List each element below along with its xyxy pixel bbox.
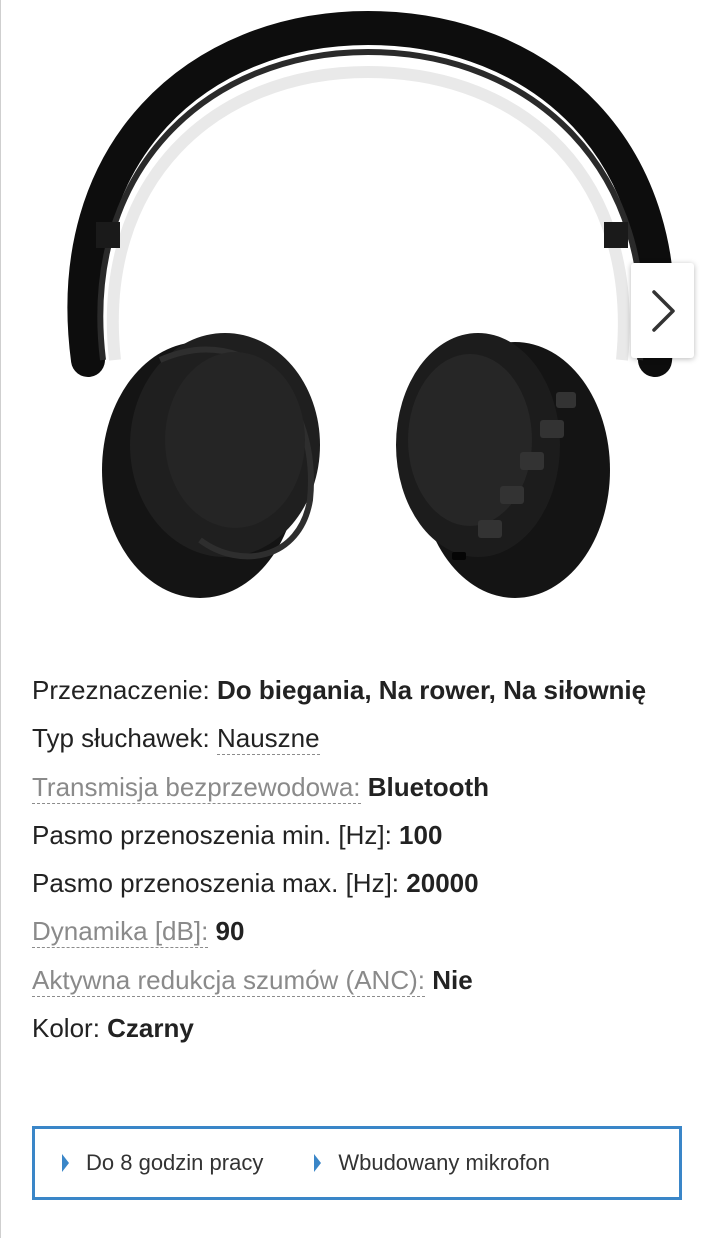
product-gallery[interactable] — [0, 0, 702, 640]
spec-pasmo-min: Pasmo przenoszenia min. [Hz]: 100 — [32, 811, 672, 859]
feature-battery[interactable]: Do 8 godzin pracy — [61, 1150, 263, 1176]
spec-label-link[interactable]: Dynamika [dB]: — [32, 916, 209, 949]
caret-right-icon — [314, 1154, 322, 1172]
spec-value: Czarny — [107, 1013, 194, 1044]
spec-value: 100 — [399, 819, 443, 850]
spec-label: Kolor: — [32, 1013, 100, 1044]
spec-label-link[interactable]: Aktywna redukcja szumów (ANC): — [32, 964, 425, 997]
spec-value-link[interactable]: Nauszne — [216, 723, 320, 756]
spec-przeznaczenie: Przeznaczenie: Do biegania, Na rower, Na… — [32, 666, 672, 714]
spec-label: Typ słuchawek: — [32, 723, 210, 754]
feature-microphone[interactable]: Wbudowany mikrofon — [313, 1150, 550, 1176]
specification-list: Przeznaczenie: Do biegania, Na rower, Na… — [32, 666, 672, 1052]
next-image-button[interactable] — [631, 263, 694, 358]
spec-dynamika: Dynamika [dB]: 90 — [32, 907, 672, 955]
spec-value: Bluetooth — [367, 771, 490, 802]
spec-label: Pasmo przenoszenia min. [Hz]: — [32, 819, 392, 850]
spec-label-link[interactable]: Transmisja bezprzewodowa: — [32, 771, 361, 804]
spec-label: Pasmo przenoszenia max. [Hz]: — [32, 868, 400, 899]
spec-value: Do biegania, Na rower, Na siłownię — [217, 675, 647, 705]
spec-kolor: Kolor: Czarny — [32, 1004, 672, 1052]
features-box: Do 8 godzin pracy Wbudowany mikrofon — [32, 1126, 682, 1200]
spec-value: 90 — [215, 916, 245, 947]
spec-value: Nie — [432, 964, 473, 995]
caret-right-icon — [62, 1154, 69, 1172]
spec-typ-sluchawek: Typ słuchawek: Nauszne — [32, 714, 672, 762]
chevron-right-icon — [651, 289, 675, 332]
feature-label: Wbudowany mikrofon — [338, 1150, 550, 1175]
spec-value: 20000 — [406, 868, 479, 899]
product-image — [67, 10, 675, 598]
spec-transmisja: Transmisja bezprzewodowa: Bluetooth — [32, 763, 672, 811]
spec-anc: Aktywna redukcja szumów (ANC): Nie — [32, 956, 672, 1004]
spec-pasmo-max: Pasmo przenoszenia max. [Hz]: 20000 — [32, 859, 672, 907]
spec-label: Przeznaczenie: — [32, 675, 210, 705]
feature-label: Do 8 godzin pracy — [86, 1150, 264, 1175]
